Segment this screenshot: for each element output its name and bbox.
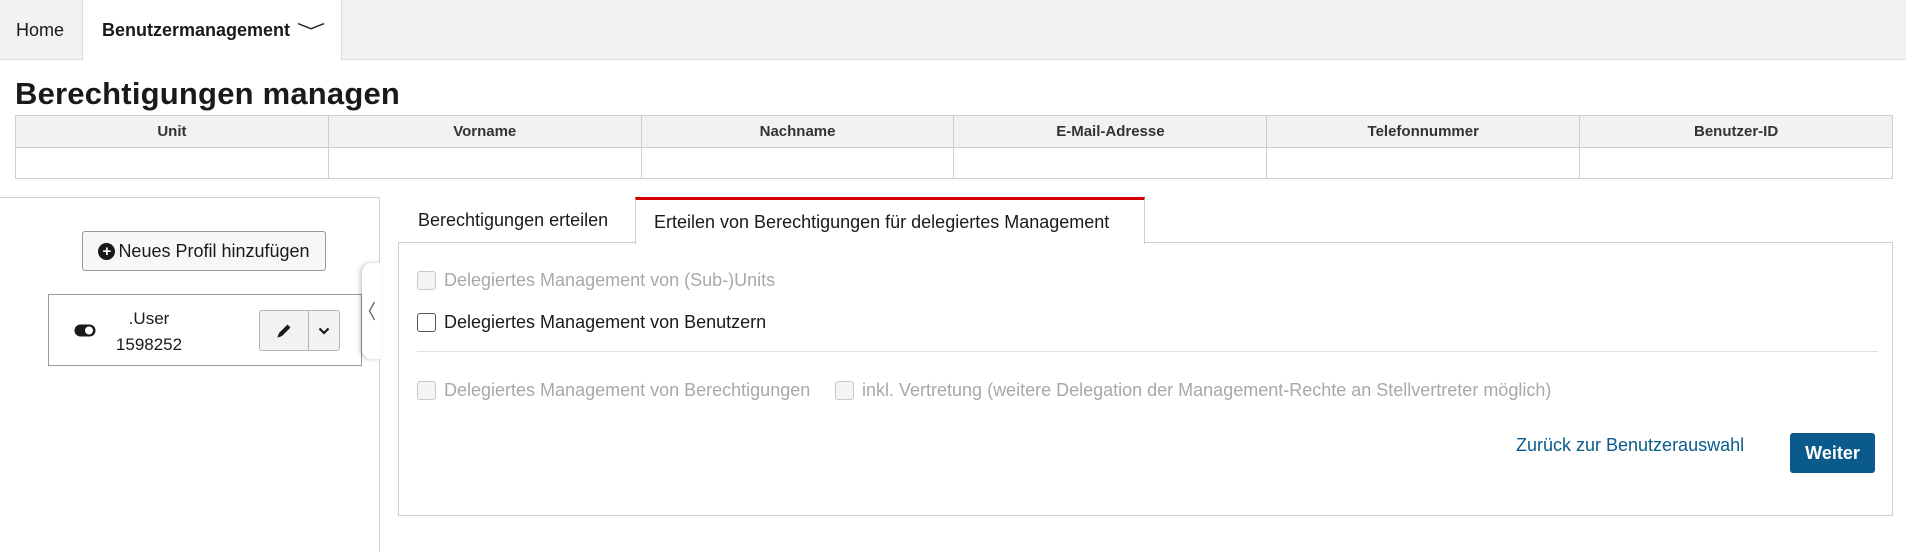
edit-profile-button[interactable] [260, 311, 309, 350]
chevron-down-icon: ﹀ [296, 21, 326, 42]
column-header-unit: Unit [15, 115, 329, 148]
profile-dropdown-button[interactable] [309, 311, 339, 350]
tab-label: Berechtigungen erteilen [418, 209, 609, 230]
units-label: Delegiertes Management von (Sub-)Units [444, 270, 776, 290]
column-header-email: E-Mail-Adresse [953, 115, 1268, 148]
users-label: Delegiertes Management von Benutzern [444, 312, 767, 332]
back-to-user-selection-link[interactable]: Zurück zur Benutzerauswahl [1516, 435, 1744, 456]
table-row [15, 147, 1893, 179]
profile-name: .User 1598252 [101, 306, 197, 358]
column-header-vorname: Vorname [327, 115, 642, 148]
column-header-telefon: Telefonnummer [1266, 115, 1581, 148]
profile-card[interactable]: .User 1598252 [48, 294, 362, 366]
tab-delegiertes-management[interactable]: Erteilen von Berechtigungen für delegier… [635, 197, 1145, 244]
permissions-checkbox[interactable] [417, 381, 436, 400]
tab-label: Erteilen von Berechtigungen für delegier… [654, 211, 1110, 232]
tab-content: Delegiertes Management von (Sub-)Units D… [398, 242, 1893, 516]
chevron-left-icon [368, 301, 375, 321]
cell-nachname [640, 147, 955, 179]
nav-benutzermanagement-label: Benutzermanagement [102, 20, 291, 40]
users-checkbox[interactable] [417, 313, 436, 332]
nav-benutzermanagement[interactable]: Benutzermanagement ﹀ [82, 0, 342, 61]
chevron-down-icon [318, 327, 330, 335]
add-profile-label: Neues Profil hinzufügen [118, 240, 310, 261]
units-checkbox[interactable] [417, 271, 436, 290]
option-deputy: inkl. Vertretung (weitere Delegation der… [835, 380, 1551, 401]
cell-unit [15, 147, 329, 179]
page-title: Berechtigungen managen [15, 76, 401, 111]
cell-email [953, 147, 1268, 179]
profile-name-line2: 1598252 [115, 335, 183, 354]
permissions-label: Delegiertes Management von Berechtigunge… [444, 380, 811, 400]
option-users: Delegiertes Management von Benutzern [417, 312, 766, 333]
profile-name-line1: .User [128, 309, 170, 328]
cell-benutzer-id [1579, 147, 1893, 179]
table-header-row: Unit Vorname Nachname E-Mail-Adresse Tel… [15, 115, 1893, 148]
cell-vorname [327, 147, 642, 179]
nav-home[interactable]: Home [16, 0, 64, 60]
option-units: Delegiertes Management von (Sub-)Units [417, 270, 775, 291]
user-info-table: Unit Vorname Nachname E-Mail-Adresse Tel… [15, 115, 1893, 179]
divider [417, 351, 1878, 352]
top-navigation: Home Benutzermanagement ﹀ [0, 0, 1906, 61]
pencil-icon [277, 324, 291, 337]
add-profile-button[interactable]: + Neues Profil hinzufügen [82, 231, 326, 271]
plus-circle-icon: + [98, 242, 116, 260]
collapse-panel-handle[interactable] [362, 263, 381, 359]
cell-telefon [1266, 147, 1581, 179]
tab-berechtigungen-erteilen[interactable]: Berechtigungen erteilen [400, 197, 626, 243]
profile-panel: + Neues Profil hinzufügen .User 1598252 [0, 197, 380, 552]
toggle-icon[interactable] [74, 324, 96, 337]
column-header-benutzer-id: Benutzer-ID [1579, 115, 1893, 148]
option-permissions: Delegiertes Management von Berechtigunge… [417, 380, 810, 401]
column-header-nachname: Nachname [640, 115, 955, 148]
next-button[interactable]: Weiter [1790, 433, 1875, 473]
nav-home-label: Home [16, 19, 65, 40]
profile-actions [259, 310, 340, 351]
deputy-label: inkl. Vertretung (weitere Delegation der… [862, 380, 1552, 400]
deputy-checkbox[interactable] [835, 381, 854, 400]
